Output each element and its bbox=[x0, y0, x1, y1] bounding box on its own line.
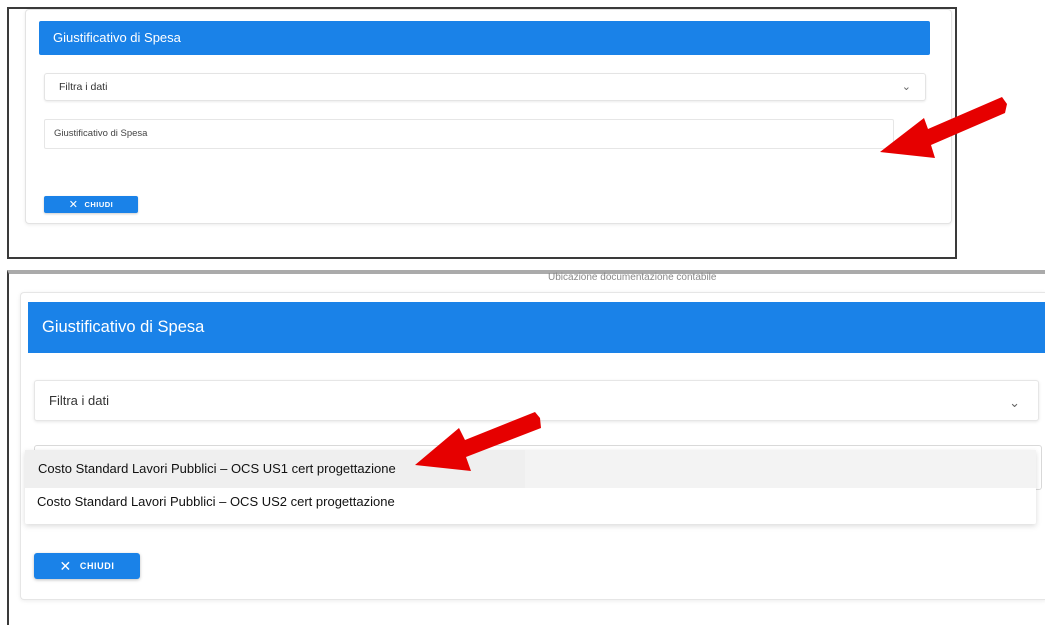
top-select-placeholder: Giustificativo di Spesa bbox=[54, 128, 148, 139]
bottom-dialog-header: Giustificativo di Spesa bbox=[28, 302, 1045, 353]
top-close-label: CHIUDI bbox=[84, 200, 114, 209]
bottom-caption: Ubicazione documentazione contabile bbox=[548, 272, 717, 283]
close-icon: ✕ bbox=[68, 199, 79, 211]
red-arrow-icon bbox=[415, 412, 541, 471]
top-close-button[interactable]: ✕ CHIUDI bbox=[44, 196, 138, 213]
top-filter-label: Filtra i dati bbox=[59, 81, 108, 93]
dropdown-option-1-label: Costo Standard Lavori Pubblici – OCS US1… bbox=[38, 461, 396, 476]
dropdown-option-2[interactable]: Costo Standard Lavori Pubblici – OCS US2… bbox=[25, 488, 1036, 518]
close-icon: ✕ bbox=[59, 557, 72, 574]
bottom-close-button[interactable]: ✕ CHIUDI bbox=[34, 553, 140, 579]
top-filter-accordion[interactable]: Filtra i dati ⌄ bbox=[44, 73, 926, 101]
top-dialog-title: Giustificativo di Spesa bbox=[53, 30, 181, 45]
chevron-down-icon: ⌄ bbox=[1009, 395, 1020, 410]
top-giustificativo-select[interactable]: Giustificativo di Spesa bbox=[44, 119, 894, 149]
option-row-highlight bbox=[525, 450, 1036, 488]
chevron-down-icon: ⌄ bbox=[901, 81, 911, 93]
red-arrow-icon bbox=[880, 97, 1007, 158]
dropdown-option-2-label: Costo Standard Lavori Pubblici – OCS US2… bbox=[37, 494, 395, 509]
top-dialog-header: Giustificativo di Spesa bbox=[39, 21, 930, 55]
bottom-close-label: CHIUDI bbox=[79, 561, 115, 571]
bottom-dialog-title: Giustificativo di Spesa bbox=[42, 318, 205, 336]
bottom-filter-label: Filtra i dati bbox=[49, 393, 109, 408]
